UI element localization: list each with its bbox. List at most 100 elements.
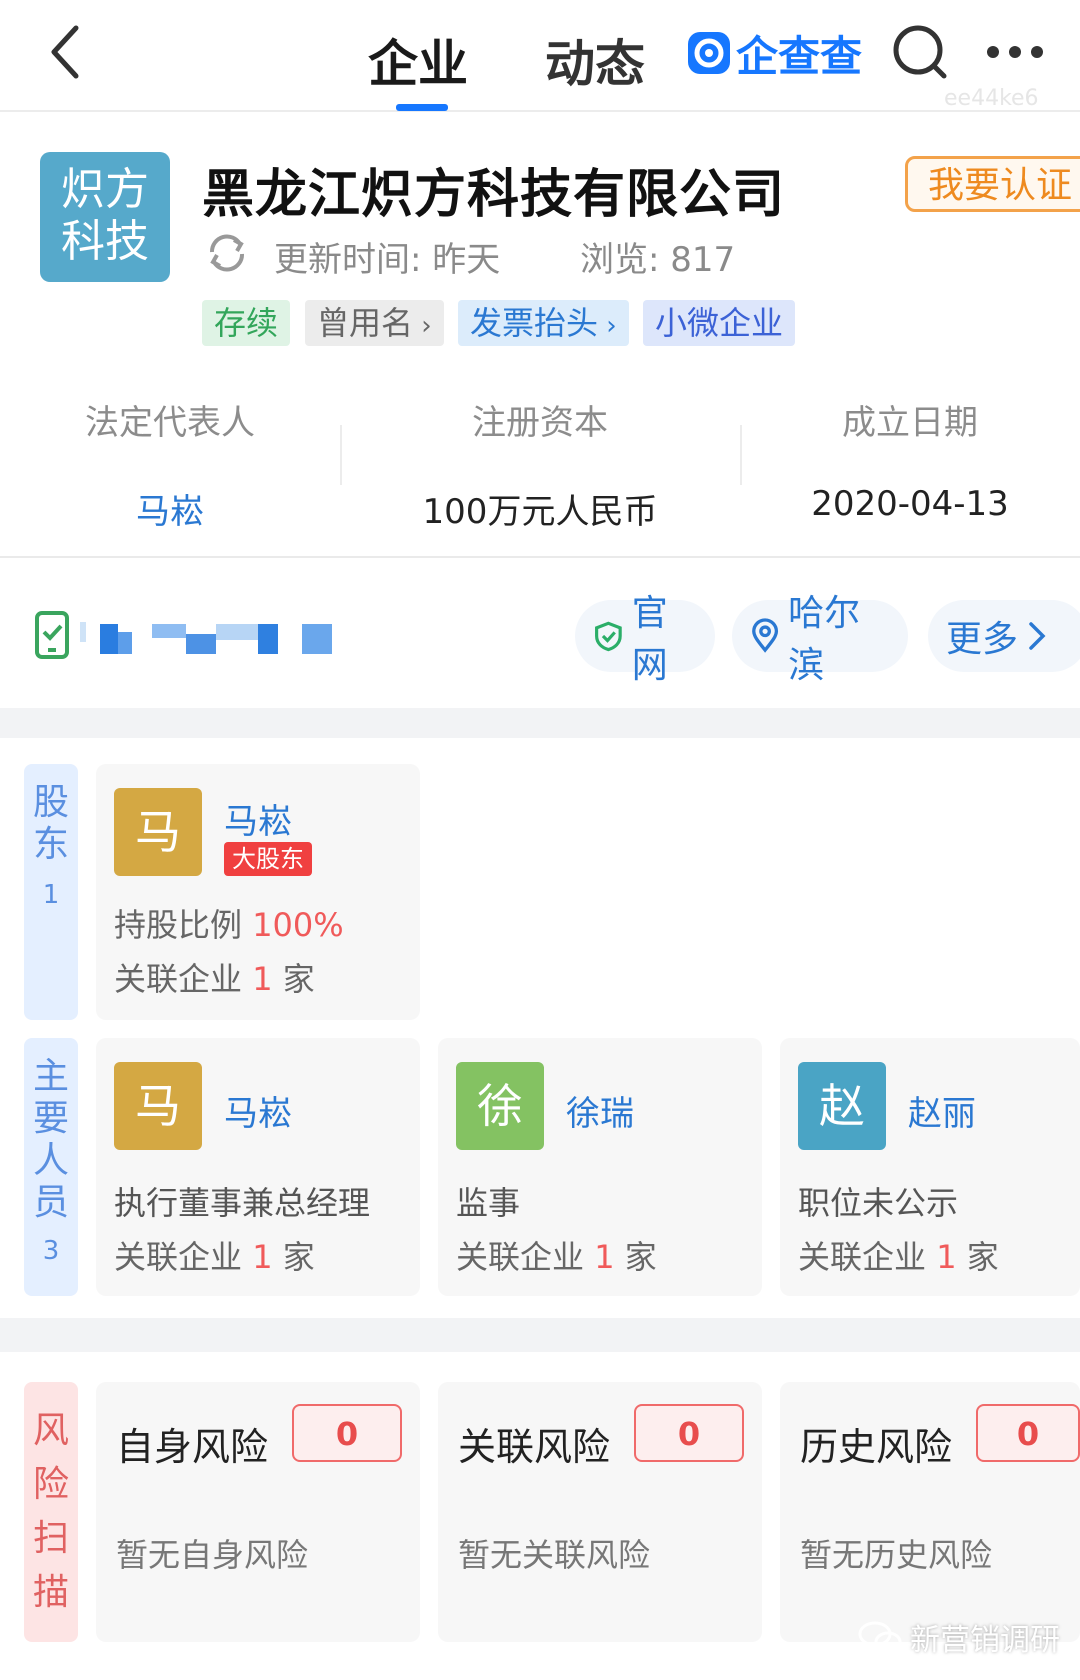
side-char: 人 (32, 1140, 69, 1181)
legal-rep-value[interactable]: 马崧 (0, 484, 340, 533)
brand-logo: 企查查 (688, 30, 862, 81)
brand-name: 企查查 (736, 31, 863, 81)
company-logo-line1: 炽方 (61, 164, 149, 215)
redaction-block (302, 624, 332, 654)
brand-mark-icon (688, 32, 730, 74)
related-count: 1 (252, 1238, 273, 1276)
related-unit: 家 (282, 1238, 315, 1276)
side-char: 东 (32, 824, 69, 865)
website-chip[interactable]: 官网 (575, 593, 715, 686)
risk-description: 暂无关联风险 (458, 1536, 651, 1574)
key-people-side-label[interactable]: 主 要 人 员 3 (24, 1038, 78, 1296)
source-watermark: 新营销调研 (858, 1615, 1060, 1659)
related-companies[interactable]: 关联企业 1 家 (456, 1232, 657, 1278)
watermark-label: 新营销调研 (910, 1623, 1060, 1658)
related-label: 关联企业 (114, 960, 243, 998)
person-name[interactable]: 赵丽 (908, 1086, 976, 1135)
chevron-right-icon: › (598, 311, 617, 341)
invoice-title-tag[interactable]: 发票抬头 › (458, 300, 629, 346)
related-companies[interactable]: 关联企业 1 家 (114, 1232, 315, 1278)
shareholders-side-label[interactable]: 股 东 1 (24, 764, 78, 1020)
related-unit: 家 (624, 1238, 657, 1276)
more-options-icon[interactable] (985, 44, 1045, 60)
risk-card-related[interactable]: 关联风险 0 暂无关联风险 (438, 1382, 762, 1642)
tab-dynamics[interactable]: 动态 (545, 24, 645, 96)
related-label: 关联企业 (114, 1238, 243, 1276)
shareholder-name[interactable]: 马崧 (224, 794, 292, 843)
major-shareholder-badge: 大股东 (224, 842, 312, 876)
risk-description: 暂无历史风险 (800, 1536, 993, 1574)
registered-capital-label: 注册资本 (472, 403, 608, 443)
shareholder-card[interactable]: 马 马崧 大股东 持股比例 100% 关联企业 1 家 (96, 764, 420, 1020)
location-label: 哈尔滨 (788, 593, 861, 686)
more-info-chip[interactable]: 更多 (928, 600, 1080, 672)
risk-count-badge: 0 (634, 1404, 744, 1462)
invoice-title-label: 发票抬头 (470, 304, 599, 342)
chevron-right-icon: › (413, 311, 432, 341)
avatar: 马 (114, 788, 202, 876)
share-ratio-value: 100% (252, 906, 344, 944)
risk-count-badge: 0 (976, 1404, 1080, 1462)
redaction-block (118, 632, 132, 654)
person-role: 监事 (456, 1184, 521, 1222)
tab-enterprise[interactable]: 企业 (368, 24, 468, 96)
former-name-tag[interactable]: 曾用名 › (305, 300, 444, 346)
back-arrow-icon[interactable] (38, 22, 98, 82)
side-char: 描 (32, 1572, 69, 1613)
risk-card-self[interactable]: 自身风险 0 暂无自身风险 (96, 1382, 420, 1642)
phone-icon[interactable] (34, 610, 74, 660)
section-gap (0, 708, 1080, 738)
risk-card-history[interactable]: 历史风险 0 暂无历史风险 (780, 1382, 1080, 1642)
search-icon[interactable] (890, 22, 950, 82)
related-unit: 家 (966, 1238, 999, 1276)
related-companies[interactable]: 关联企业 1 家 (798, 1232, 999, 1278)
divider (340, 425, 342, 485)
redaction-block (258, 624, 278, 654)
wechat-icon (858, 1621, 902, 1653)
redaction-block (152, 624, 186, 638)
side-char: 要 (32, 1098, 69, 1139)
person-name[interactable]: 徐瑞 (566, 1086, 634, 1135)
refresh-icon[interactable] (204, 230, 250, 276)
redaction-block (186, 634, 216, 654)
company-name: 黑龙江炽方科技有限公司 (202, 165, 786, 225)
risk-title: 自身风险 (116, 1425, 269, 1469)
phone-number-redacted[interactable] (80, 622, 360, 658)
view-count: 浏览: 817 (580, 240, 736, 280)
section-divider (0, 556, 1080, 558)
related-companies[interactable]: 关联企业 1 家 (114, 954, 315, 1000)
risk-title: 关联风险 (458, 1425, 611, 1469)
company-size-tag: 小微企业 (643, 300, 796, 346)
legal-rep-label: 法定代表人 (85, 403, 255, 443)
related-label: 关联企业 (456, 1238, 585, 1276)
watermark-text: ee44ke6 (944, 86, 1039, 111)
share-ratio-label: 持股比例 (114, 906, 243, 944)
related-label: 关联企业 (798, 1238, 927, 1276)
redaction-block (80, 622, 86, 642)
side-char: 扫 (32, 1518, 69, 1559)
location-chip[interactable]: 哈尔滨 (732, 593, 908, 686)
registered-capital-block: 注册资本 100万元人民币 (370, 395, 710, 533)
more-label: 更多 (946, 619, 1019, 660)
shield-check-icon (595, 621, 622, 652)
related-count: 1 (252, 960, 273, 998)
side-char: 员 (32, 1182, 69, 1223)
risk-scan-side-label[interactable]: 风 险 扫 描 (24, 1382, 78, 1642)
verify-company-button[interactable]: 我要认证 (905, 156, 1080, 212)
status-tag: 存续 (202, 300, 291, 346)
key-people-count: 3 (42, 1236, 60, 1266)
side-char: 险 (32, 1464, 69, 1505)
person-card[interactable]: 徐 徐瑞 监事 关联企业 1 家 (438, 1038, 762, 1296)
person-card[interactable]: 马 马崧 执行董事兼总经理 关联企业 1 家 (96, 1038, 420, 1296)
active-tab-indicator (396, 104, 448, 111)
risk-description: 暂无自身风险 (116, 1536, 309, 1574)
side-char: 风 (32, 1410, 69, 1451)
update-time: 更新时间: 昨天 (274, 240, 501, 280)
website-label: 官网 (631, 593, 668, 686)
person-card[interactable]: 赵 赵丽 职位未公示 关联企业 1 家 (780, 1038, 1080, 1296)
former-name-label: 曾用名 (317, 304, 414, 342)
related-count: 1 (594, 1238, 615, 1276)
legal-rep-block: 法定代表人 马崧 (0, 395, 340, 533)
company-logo-line2: 科技 (61, 216, 149, 267)
person-name[interactable]: 马崧 (224, 1086, 292, 1135)
